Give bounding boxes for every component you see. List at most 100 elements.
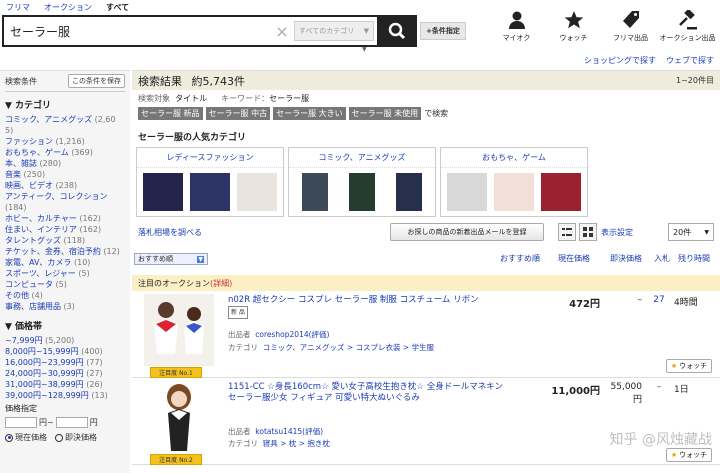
chips-suffix: で検索 (424, 109, 449, 118)
keyword-chip[interactable]: セーラー服 中古 (205, 107, 271, 120)
search-input[interactable]: セーラー服 (4, 17, 270, 45)
col-current-price[interactable]: 現在価格 (558, 253, 590, 264)
sidebar-item[interactable]: チケット、金券、宿泊予約 (12) (5, 246, 125, 257)
popular-category-card[interactable]: コミック、アニメグッズ (288, 147, 436, 217)
featured-detail-link[interactable]: (詳細) (210, 278, 232, 289)
col-recommend[interactable]: おすすめ順 (500, 253, 540, 264)
nav-myauction[interactable]: マイオク (488, 10, 545, 43)
sidebar-item[interactable]: 本、雑誌 (280) (5, 158, 125, 169)
search-button[interactable] (377, 15, 417, 47)
list-item: 注目度 No.1 n02R 超セクシー コスプレ セーラー服 制服 コスチューム… (132, 291, 720, 378)
col-buynow-price[interactable]: 即決価格 (610, 253, 642, 264)
item-category-path[interactable]: コミック、アニメグッズ > コスプレ衣装 > 学生服 (263, 343, 434, 352)
item-image[interactable] (144, 294, 214, 366)
chevron-down-icon[interactable]: ▼ (362, 46, 367, 53)
keyword-chip[interactable]: セーラー服 新品 (138, 107, 203, 120)
nav-flea-sell[interactable]: フリマ出品 (602, 10, 659, 43)
category-select[interactable]: すべてのカテゴリ ▼ (294, 21, 374, 41)
sidebar-item[interactable]: アンティーク、コレクション (184) (5, 191, 125, 213)
sidebar-item[interactable]: ファッション (1,216) (5, 136, 125, 147)
save-condition-button[interactable]: この条件を保存 (68, 74, 125, 88)
per-page-value: 20件 (673, 227, 692, 237)
thumbnail (446, 173, 487, 211)
max-price-input[interactable] (55, 417, 88, 428)
popular-category-label: レディースファッション (137, 148, 283, 168)
price-type-radios: 現在価格 即決価格 (5, 432, 125, 443)
nav-watch[interactable]: ウォッチ (545, 10, 602, 43)
sidebar-item[interactable]: 家電、AV、カメラ (10) (5, 257, 125, 268)
seller-link[interactable]: kotatsu1415 (255, 427, 302, 436)
keyword-chip[interactable]: セーラー服 未使用 (348, 107, 422, 120)
sidebar-item[interactable]: スポーツ、レジャー (5) (5, 268, 125, 279)
tab-flea[interactable]: フリマ (6, 2, 30, 14)
condition-button[interactable]: +条件指定 (420, 22, 466, 40)
sidebar-item[interactable]: 事務、店舗用品 (3) (5, 301, 125, 312)
nav-label: マイオク (502, 34, 531, 42)
seller-link[interactable]: coreshop2014 (255, 330, 308, 339)
watch-button[interactable]: ★ ウォッチ (666, 448, 712, 462)
sidebar-item[interactable]: 31,000円~38,999円 (26) (5, 379, 125, 390)
sidebar-item[interactable]: 住まい、インテリア (162) (5, 224, 125, 235)
sidebar-item[interactable]: 音楽 (250) (5, 169, 125, 180)
market-price-link[interactable]: 落札相場を調べる (138, 227, 202, 238)
sort-select[interactable]: おすすめ順 ▼ (134, 253, 208, 265)
price-range-list: ~7,999円 (5,200) 8,000円~15,999円 (400) 16,00… (5, 335, 125, 401)
nav-auction-sell[interactable]: オークション出品 (659, 10, 716, 43)
watch-button[interactable]: ★ ウォッチ (666, 359, 712, 373)
sidebar-item[interactable]: その他 (4) (5, 290, 125, 301)
min-price-input[interactable] (5, 417, 37, 428)
ranking-badge: 注目度 No.1 (150, 367, 202, 378)
chevron-down-icon: ▼ (363, 27, 369, 35)
item-title[interactable]: 1151-CC ☆身長160cm☆ 愛い女子高校生抱き枕☆ 全身ドールマネキン … (228, 382, 506, 404)
sidebar-item[interactable]: コンピュータ (5) (5, 279, 125, 290)
item-title-text[interactable]: n02R 超セクシー コスプレ セーラー服 制服 コスチューム リボン (228, 295, 479, 305)
popular-category-card[interactable]: おもちゃ、ゲーム (440, 147, 588, 217)
rating-link[interactable]: (評価) (302, 427, 323, 436)
popular-category-label: おもちゃ、ゲーム (441, 148, 587, 168)
nav-label: ウォッチ (559, 34, 588, 42)
radio-current-price[interactable]: 現在価格 (5, 432, 47, 443)
bid-count[interactable]: 27 (650, 295, 668, 305)
sidebar-item[interactable]: 39,000円~128,999円 (13) (5, 390, 125, 401)
keyword-value: セーラー服 (269, 94, 310, 103)
keyword-chip[interactable]: セーラー服 大きい (273, 107, 346, 120)
new-item-alert-button[interactable]: お探しの商品の新着出品メールを登録 (390, 223, 544, 241)
tab-all[interactable]: すべて (106, 2, 129, 14)
sidebar-item[interactable]: 映画、ビデオ (238) (5, 180, 125, 191)
sidebar-item[interactable]: おもちゃ、ゲーム (369) (5, 147, 125, 158)
item-category-path[interactable]: 寝具 > 枕 > 抱き枕 (263, 439, 330, 448)
item-title[interactable]: n02R 超セクシー コスプレ セーラー服 制服 コスチューム リボン 新 品 (228, 295, 506, 319)
web-link[interactable]: ウェブで探す (666, 55, 714, 66)
col-time-left[interactable]: 残り時間 (678, 253, 710, 264)
sidebar-item[interactable]: コミック、アニメグッズ (2,60 5) (5, 114, 125, 136)
radio-buynow-price[interactable]: 即決価格 (55, 432, 97, 443)
per-page-select[interactable]: 20件 ▼ (668, 223, 714, 241)
item-image[interactable] (144, 381, 214, 453)
main-content: 検索結果 約5,743件 1~20件目 検索対象 タイトル キーワード：セーラー… (132, 70, 720, 465)
sidebar-item[interactable]: ホビー、カルチャー (162) (5, 213, 125, 224)
search-target: 検索対象 タイトル キーワード：セーラー服 (138, 93, 714, 104)
list-view-button[interactable] (558, 223, 576, 241)
bid-count[interactable]: – (650, 382, 668, 392)
sidebar-item[interactable]: 16,000円~23,999円 (77) (5, 357, 125, 368)
display-settings-link[interactable]: 表示設定 (601, 227, 633, 238)
rating-link[interactable]: (評価) (309, 330, 330, 339)
popular-category-card[interactable]: レディースファッション (136, 147, 284, 217)
sidebar-item[interactable]: タレントグッズ (118) (5, 235, 125, 246)
buynow-price: – (637, 295, 643, 305)
clear-icon[interactable]: × (270, 22, 294, 41)
sidebar-item[interactable]: 8,000円~15,999円 (400) (5, 346, 125, 357)
time-left: 1日 (674, 385, 689, 395)
shopping-link[interactable]: ショッピングで探す (584, 55, 656, 66)
result-count: 約5,743件 (191, 74, 246, 88)
sidebar-item[interactable]: 24,000円~30,999円 (27) (5, 368, 125, 379)
target-label: 検索対象 (138, 94, 170, 103)
nav-label: フリマ出品 (613, 34, 648, 42)
search-bar: セーラー服 × すべてのカテゴリ ▼ (2, 15, 417, 47)
tab-auction[interactable]: オークション (44, 2, 92, 14)
grid-view-button[interactable] (579, 223, 597, 241)
target-value: タイトル (175, 94, 208, 103)
popular-category-label: コミック、アニメグッズ (289, 148, 435, 168)
sidebar-item[interactable]: ~7,999円 (5,200) (5, 335, 125, 346)
col-bids[interactable]: 入札 (654, 253, 670, 264)
